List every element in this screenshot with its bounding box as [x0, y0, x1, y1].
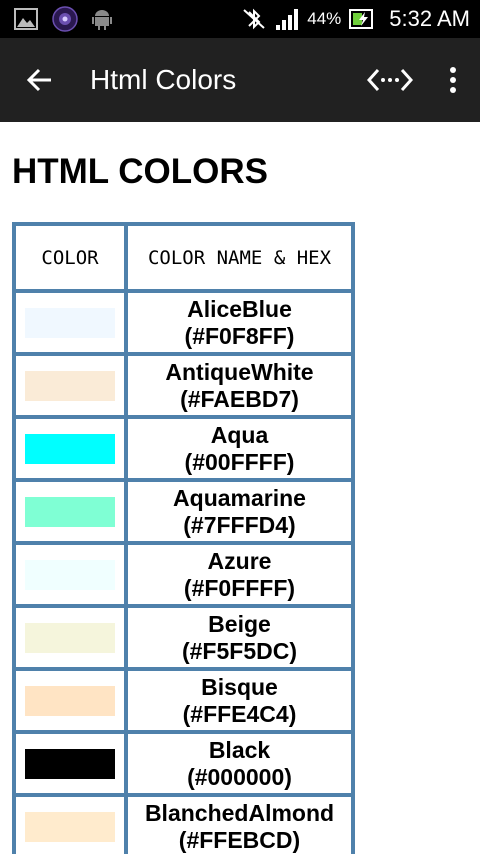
color-name: Aquamarine	[173, 484, 306, 511]
name-hex-cell: AntiqueWhite (#FAEBD7)	[128, 356, 351, 415]
table-row: BlanchedAlmond (#FFEBCD)	[16, 797, 351, 854]
status-clock: 5:32 AM	[389, 6, 470, 31]
name-hex-cell: AliceBlue (#F0F8FF)	[128, 293, 351, 352]
swatch-cell	[16, 293, 124, 352]
table-row: AntiqueWhite (#FAEBD7)	[16, 356, 351, 415]
swatch-cell	[16, 419, 124, 478]
color-hex: (#F5F5DC)	[181, 637, 297, 664]
swatch-cell	[16, 734, 124, 793]
image-icon	[14, 8, 38, 30]
name-hex-cell: Azure (#F0FFFF)	[128, 545, 351, 604]
name-hex-cell: Beige (#F5F5DC)	[128, 608, 351, 667]
back-arrow-icon	[26, 68, 51, 92]
color-name: Azure	[207, 547, 272, 574]
color-swatch	[25, 811, 115, 842]
color-swatch	[25, 307, 115, 338]
column-header-name-hex: COLOR NAME & HEX	[128, 226, 351, 289]
color-swatch	[25, 433, 115, 464]
overflow-menu-button[interactable]	[430, 56, 476, 104]
color-name: Beige	[208, 610, 271, 637]
color-hex: (#000000)	[187, 763, 292, 790]
color-swatch	[25, 685, 115, 716]
color-hex: (#7FFFD4)	[183, 511, 296, 538]
battery-percentage: 44%	[307, 9, 342, 28]
status-right-icons: 44% 5:32 AM	[241, 0, 470, 38]
name-hex-cell: BlanchedAlmond (#FFEBCD)	[128, 797, 351, 854]
table-row: AliceBlue (#F0F8FF)	[16, 293, 351, 352]
color-name: BlanchedAlmond	[144, 799, 335, 826]
color-hex: (#FFEBCD)	[178, 826, 301, 853]
color-hex: (#00FFFF)	[184, 448, 295, 475]
color-name: Black	[208, 736, 271, 763]
table-row: Black (#000000)	[16, 734, 351, 793]
app-title: Html Colors	[90, 64, 237, 95]
color-hex: (#F0F8FF)	[184, 322, 295, 349]
color-name: AntiqueWhite	[165, 358, 314, 385]
battery-charging-icon	[349, 8, 375, 30]
color-hex: (#F0FFFF)	[183, 574, 296, 601]
color-swatch	[25, 622, 115, 653]
color-swatch	[25, 496, 115, 527]
name-hex-cell: Black (#000000)	[128, 734, 351, 793]
table-row: Aqua (#00FFFF)	[16, 419, 351, 478]
swatch-cell	[16, 797, 124, 854]
color-name: AliceBlue	[187, 295, 292, 322]
page-heading: HTML COLORS	[12, 152, 269, 191]
bluetooth-off-icon	[241, 7, 267, 31]
column-header-color: COLOR	[16, 226, 124, 289]
page-content[interactable]: HTML COLORS COLOR COLOR NAME & HEX Alice…	[0, 122, 480, 854]
color-name: Aqua	[210, 421, 269, 448]
swatch-cell	[16, 482, 124, 541]
code-icon	[367, 68, 413, 92]
table-header-row: COLOR COLOR NAME & HEX	[16, 226, 351, 289]
status-left-icons	[14, 6, 112, 32]
signal-icon	[275, 7, 299, 31]
table-row: Azure (#F0FFFF)	[16, 545, 351, 604]
more-vertical-icon	[450, 67, 456, 93]
table-row: Aquamarine (#7FFFD4)	[16, 482, 351, 541]
view-source-button[interactable]	[362, 56, 418, 104]
color-swatch	[25, 559, 115, 590]
swatch-cell	[16, 545, 124, 604]
swatch-cell	[16, 671, 124, 730]
back-button[interactable]	[16, 56, 64, 104]
color-table: COLOR COLOR NAME & HEX AliceBlue (#F0F8F…	[12, 222, 355, 854]
swatch-cell	[16, 608, 124, 667]
table-row: Beige (#F5F5DC)	[16, 608, 351, 667]
color-swatch	[25, 748, 115, 779]
name-hex-cell: Aqua (#00FFFF)	[128, 419, 351, 478]
color-swatch	[25, 370, 115, 401]
android-icon	[92, 8, 112, 30]
app-bar: Html Colors	[0, 38, 480, 122]
app-badge-icon	[52, 6, 78, 32]
table-row: Bisque (#FFE4C4)	[16, 671, 351, 730]
swatch-cell	[16, 356, 124, 415]
name-hex-cell: Aquamarine (#7FFFD4)	[128, 482, 351, 541]
status-bar: 44% 5:32 AM	[0, 0, 480, 38]
color-name: Bisque	[201, 673, 278, 700]
color-hex: (#FFE4C4)	[182, 700, 297, 727]
name-hex-cell: Bisque (#FFE4C4)	[128, 671, 351, 730]
color-hex: (#FAEBD7)	[180, 385, 299, 412]
